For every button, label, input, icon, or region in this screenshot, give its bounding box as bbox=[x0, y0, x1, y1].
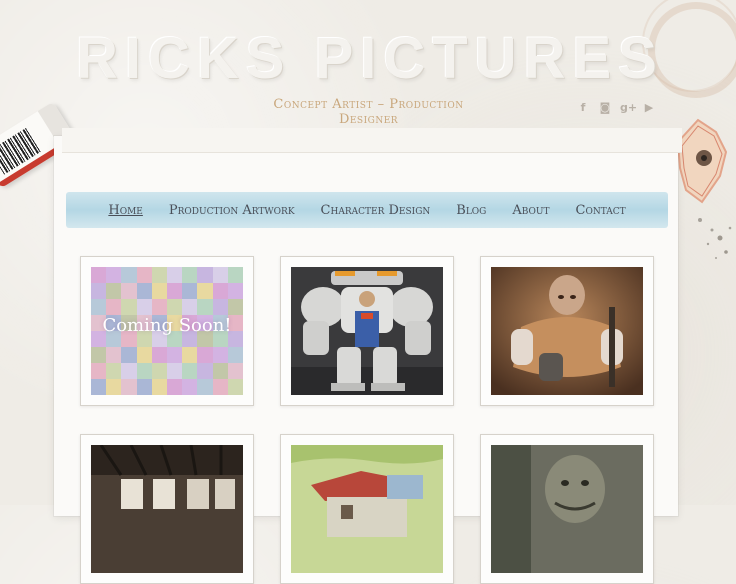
google-plus-icon[interactable]: g+ bbox=[620, 101, 637, 115]
mosaic-tile bbox=[166, 267, 183, 283]
mosaic-tile bbox=[151, 379, 167, 395]
mosaic-tile bbox=[212, 267, 228, 283]
mosaic-tile bbox=[106, 363, 122, 379]
mosaic-tile bbox=[197, 347, 213, 363]
gallery-card[interactable] bbox=[80, 434, 254, 584]
site-logo[interactable]: RICKS PICTURES bbox=[76, 28, 666, 90]
mosaic-tile bbox=[227, 363, 243, 379]
creature-artwork-image bbox=[491, 267, 643, 395]
mosaic-tile bbox=[106, 299, 122, 315]
mosaic-tile bbox=[212, 283, 228, 299]
mosaic-tile bbox=[227, 379, 243, 395]
mosaic-tile bbox=[166, 283, 183, 299]
site-tagline: Concept Artist – Production Designer bbox=[273, 97, 464, 127]
orc-artwork-image bbox=[491, 445, 643, 573]
nav-item-production-artwork[interactable]: Production Artwork bbox=[156, 203, 308, 218]
gallery-card[interactable]: Coming Soon! bbox=[80, 256, 254, 406]
nav-item-character-design[interactable]: Character Design bbox=[308, 203, 444, 218]
nav-item-contact[interactable]: Contact bbox=[563, 203, 639, 218]
nav-item-blog[interactable]: Blog bbox=[443, 203, 499, 218]
robot-artwork-image bbox=[291, 267, 443, 395]
mosaic-tile bbox=[197, 267, 213, 283]
mosaic-tile bbox=[166, 347, 183, 363]
gallery-card[interactable] bbox=[480, 434, 654, 584]
mosaic-tile bbox=[151, 363, 167, 379]
mosaic-tile bbox=[136, 379, 152, 395]
mosaic-tile bbox=[227, 267, 243, 283]
mosaic-tile bbox=[197, 283, 213, 299]
mosaic-tile bbox=[166, 299, 183, 315]
instagram-icon[interactable]: ◙ bbox=[598, 101, 612, 115]
mosaic-tile bbox=[121, 267, 137, 283]
orc-artwork-thumbnail[interactable] bbox=[491, 445, 643, 573]
mosaic-tile bbox=[197, 379, 213, 395]
mosaic-tile bbox=[151, 299, 167, 315]
mosaic-tile bbox=[212, 363, 228, 379]
coming-soon-label: Coming Soon! bbox=[102, 315, 232, 336]
main-navigation: Home Production Artwork Character Design… bbox=[66, 192, 668, 228]
robot-artwork-thumbnail[interactable] bbox=[291, 267, 443, 395]
mosaic-tile bbox=[106, 283, 122, 299]
mosaic-tile bbox=[121, 299, 137, 315]
nav-item-home[interactable]: Home bbox=[95, 203, 156, 218]
mosaic-tile bbox=[182, 379, 198, 395]
mosaic-tile bbox=[106, 267, 122, 283]
mosaic-tile bbox=[151, 267, 167, 283]
mosaic-tile bbox=[182, 267, 198, 283]
mosaic-tile bbox=[182, 299, 198, 315]
interior-artwork-thumbnail[interactable] bbox=[91, 445, 243, 573]
mosaic-tile bbox=[227, 283, 243, 299]
mosaic-tile bbox=[121, 283, 137, 299]
mosaic-tile bbox=[121, 379, 137, 395]
mosaic-tile bbox=[166, 379, 183, 395]
mosaic-tile bbox=[121, 347, 137, 363]
facebook-icon[interactable]: f bbox=[576, 101, 590, 115]
nav-item-about[interactable]: About bbox=[499, 203, 562, 218]
mosaic-tile bbox=[212, 347, 228, 363]
coming-soon-thumbnail[interactable]: Coming Soon! bbox=[91, 267, 243, 395]
cabin-artwork-thumbnail[interactable] bbox=[291, 445, 443, 573]
mosaic-tile bbox=[136, 347, 152, 363]
mosaic-tile bbox=[227, 347, 243, 363]
mosaic-tile bbox=[136, 267, 152, 283]
mosaic-tile bbox=[91, 267, 107, 283]
mosaic-tile bbox=[136, 283, 152, 299]
gallery-card[interactable] bbox=[480, 256, 654, 406]
youtube-icon[interactable]: ▶ bbox=[642, 101, 656, 115]
creature-artwork-thumbnail[interactable] bbox=[491, 267, 643, 395]
interior-artwork-image bbox=[91, 445, 243, 573]
mosaic-tile bbox=[182, 347, 198, 363]
cabin-artwork-image bbox=[291, 445, 443, 573]
mosaic-tile bbox=[151, 347, 167, 363]
mosaic-tile bbox=[197, 363, 213, 379]
mosaic-tile bbox=[91, 299, 107, 315]
mosaic-tile bbox=[91, 283, 107, 299]
mosaic-tile bbox=[136, 363, 152, 379]
mosaic-tile bbox=[106, 379, 122, 395]
mosaic-tile bbox=[106, 347, 122, 363]
mosaic-tile bbox=[91, 379, 107, 395]
gallery-card[interactable] bbox=[280, 434, 454, 584]
paper-torn-edge bbox=[62, 128, 682, 153]
mosaic-tile bbox=[197, 299, 213, 315]
mosaic-tile bbox=[151, 283, 167, 299]
social-links: f ◙ g+ ▶ bbox=[576, 101, 656, 115]
mosaic-tile bbox=[91, 363, 107, 379]
mosaic-tile bbox=[91, 347, 107, 363]
gallery-card[interactable] bbox=[280, 256, 454, 406]
ink-splatter-decoration bbox=[698, 218, 732, 259]
mosaic-tile bbox=[121, 363, 137, 379]
mosaic-tile bbox=[166, 363, 183, 379]
mosaic-tile bbox=[212, 379, 228, 395]
mosaic-tile bbox=[182, 283, 198, 299]
mosaic-tile bbox=[212, 299, 228, 315]
mosaic-tile bbox=[227, 299, 243, 315]
mosaic-tile bbox=[182, 363, 198, 379]
mosaic-tile bbox=[136, 299, 152, 315]
